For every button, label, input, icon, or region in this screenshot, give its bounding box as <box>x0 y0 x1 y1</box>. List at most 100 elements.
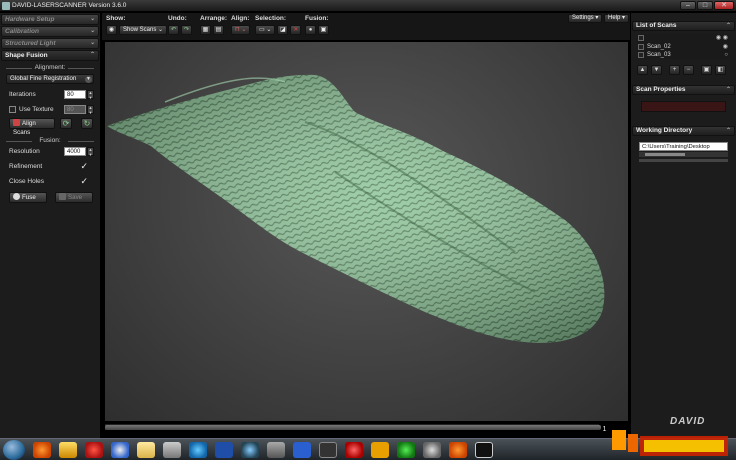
scan-name: Scan_03 <box>647 52 671 58</box>
settings-icon[interactable] <box>163 441 181 458</box>
undo-label: Undo: <box>168 15 187 22</box>
window-title: DAVID-LASERSCANNER Version 3.6.0 <box>12 2 127 9</box>
use-texture-input[interactable]: 80 <box>64 105 86 114</box>
save-button[interactable]: Save <box>55 192 93 203</box>
eye-icon[interactable]: ◉ <box>723 43 728 51</box>
photoshop-icon[interactable] <box>293 441 311 458</box>
fuse-label: Fuse <box>22 194 36 201</box>
show-scans-select[interactable]: Show Scans ⌄ <box>119 25 168 35</box>
fuse-button[interactable]: Fuse <box>9 192 47 203</box>
reset-icon[interactable]: ↻ <box>81 118 93 129</box>
resolution-stepper[interactable]: ▲ ▼ <box>87 147 94 156</box>
app-icon[interactable] <box>85 441 103 458</box>
horizontal-scrollbar[interactable] <box>104 423 601 431</box>
media-icon[interactable] <box>423 441 441 458</box>
move-up-icon[interactable]: ▲ <box>637 65 648 75</box>
scan-list: ◉ ◉ Scan_02 ◉ Scan_03 ○ <box>637 34 730 59</box>
internet-explorer-icon[interactable] <box>189 441 207 458</box>
move-down-icon[interactable]: ▼ <box>651 65 662 75</box>
spotify-icon[interactable] <box>397 441 415 458</box>
scrollbar-thumb[interactable] <box>645 153 685 156</box>
tools-icon[interactable] <box>267 441 285 458</box>
fusion-group: Fusion: ● ▣ <box>305 15 329 35</box>
browser-icon[interactable] <box>111 441 129 458</box>
iterations-label: Iterations <box>9 91 36 98</box>
help-menu[interactable]: Help ▾ <box>604 14 630 23</box>
select-all-checkbox[interactable] <box>638 35 644 41</box>
scan-checkbox[interactable] <box>638 52 644 58</box>
align-label: Align: <box>231 15 250 22</box>
redo-icon[interactable]: ↷ <box>181 25 192 35</box>
folder-icon[interactable] <box>137 441 155 458</box>
app-icon[interactable] <box>319 441 337 458</box>
list-item[interactable]: Scan_03 ○ <box>637 51 730 59</box>
alignment-method-select[interactable]: Global Fine Registration ▼ <box>6 74 94 84</box>
section-shape-fusion[interactable]: Shape Fusion ⌃ <box>1 50 99 61</box>
list-of-scans-header[interactable]: List of Scans ⌃ <box>632 21 735 31</box>
working-directory-header[interactable]: Working Directory ⌃ <box>632 126 735 136</box>
list-item[interactable]: Scan_02 ◉ <box>637 43 730 51</box>
title-bar: DAVID-LASERSCANNER Version 3.6.0 ‒ □ ✕ <box>0 0 736 12</box>
undo-icon[interactable]: ↶ <box>168 25 179 35</box>
refresh-icon[interactable]: ⟳ <box>60 118 72 129</box>
use-texture-label: Use Texture <box>19 106 54 113</box>
eye-icon[interactable]: ◉ <box>106 25 117 35</box>
working-directory-scrollbar[interactable] <box>639 152 728 157</box>
chevron-down-icon: ⌄ <box>89 16 95 22</box>
duplicate-icon[interactable]: ▣ <box>701 65 712 75</box>
selection-tool-select[interactable]: ▭ ⌄ <box>255 25 276 35</box>
save-icon[interactable]: ▣ <box>318 25 329 35</box>
right-panel: List of Scans ⌃ ◉ ◉ Scan_02 ◉ Scan_03 ○ ▲ ▼… <box>630 13 736 438</box>
photoshop-icon[interactable] <box>215 441 233 458</box>
scan-list-toolbar: ▲ ▼ + − ▣ ◧ <box>637 65 730 75</box>
firefox-icon[interactable] <box>33 441 51 458</box>
section-label: Structured Light <box>5 40 56 47</box>
arrange-stack-icon[interactable]: ▤ <box>213 25 224 35</box>
eye-icon[interactable]: ◉ ◉ <box>716 34 728 42</box>
refinement-checkbox[interactable]: ✓ <box>80 162 88 171</box>
maximize-button[interactable]: □ <box>697 1 713 10</box>
resolution-label: Resolution <box>9 148 40 155</box>
working-directory-input[interactable]: C:\Users\Training\Desktop <box>639 142 728 151</box>
start-button[interactable] <box>3 439 25 460</box>
combine-icon[interactable]: ◧ <box>715 65 726 75</box>
invert-selection-icon[interactable]: ◪ <box>277 25 289 35</box>
show-scans-value: Show Scans <box>123 27 157 33</box>
close-button[interactable]: ✕ <box>714 1 734 10</box>
chevron-down-icon: ▼ <box>85 76 92 83</box>
delete-selection-icon[interactable]: ✕ <box>290 25 302 35</box>
show-group: Show: ◉ Show Scans ⌄ <box>106 15 168 35</box>
section-calibration[interactable]: Calibration ⌄ <box>1 26 99 37</box>
search-icon[interactable] <box>345 441 363 458</box>
scan-checkbox[interactable] <box>638 44 644 50</box>
close-holes-checkbox[interactable]: ✓ <box>80 177 88 186</box>
divider <box>639 159 728 162</box>
resolution-row: Resolution 4000 ▲ ▼ <box>6 144 94 159</box>
remove-scan-icon[interactable]: − <box>683 65 694 75</box>
add-scan-icon[interactable]: + <box>669 65 680 75</box>
eye-icon[interactable]: ○ <box>724 51 728 59</box>
iterations-stepper[interactable]: ▲ ▼ <box>87 90 94 99</box>
use-texture-stepper[interactable]: ▲ ▼ <box>87 105 94 114</box>
david-app-icon[interactable] <box>475 441 493 458</box>
iterations-row: Iterations 80 ▲ ▼ <box>6 87 94 102</box>
firefox-icon[interactable] <box>449 441 467 458</box>
app-icon[interactable] <box>241 441 259 458</box>
illustrator-icon[interactable] <box>371 441 389 458</box>
scan-properties-header[interactable]: Scan Properties ⌃ <box>632 85 735 95</box>
align-scans-button[interactable]: Align Scans <box>9 118 55 136</box>
3d-viewport[interactable] <box>104 41 629 422</box>
scrollbar-thumb[interactable] <box>105 425 601 430</box>
use-texture-checkbox[interactable] <box>9 106 16 113</box>
refinement-label: Refinement <box>9 163 43 170</box>
resolution-input[interactable]: 4000 <box>64 147 86 156</box>
outlook-icon[interactable] <box>59 441 77 458</box>
iterations-input[interactable]: 80 <box>64 90 86 99</box>
fuse-icon[interactable]: ● <box>305 25 316 35</box>
arrange-grid-icon[interactable]: ▦ <box>200 25 211 35</box>
section-hardware-setup[interactable]: Hardware Setup ⌄ <box>1 14 99 25</box>
settings-menu[interactable]: Settings ▾ <box>568 14 603 23</box>
section-structured-light[interactable]: Structured Light ⌄ <box>1 38 99 49</box>
minimize-button[interactable]: ‒ <box>680 1 696 10</box>
align-magnet-icon[interactable]: ⊓ ⌄ <box>231 25 251 35</box>
